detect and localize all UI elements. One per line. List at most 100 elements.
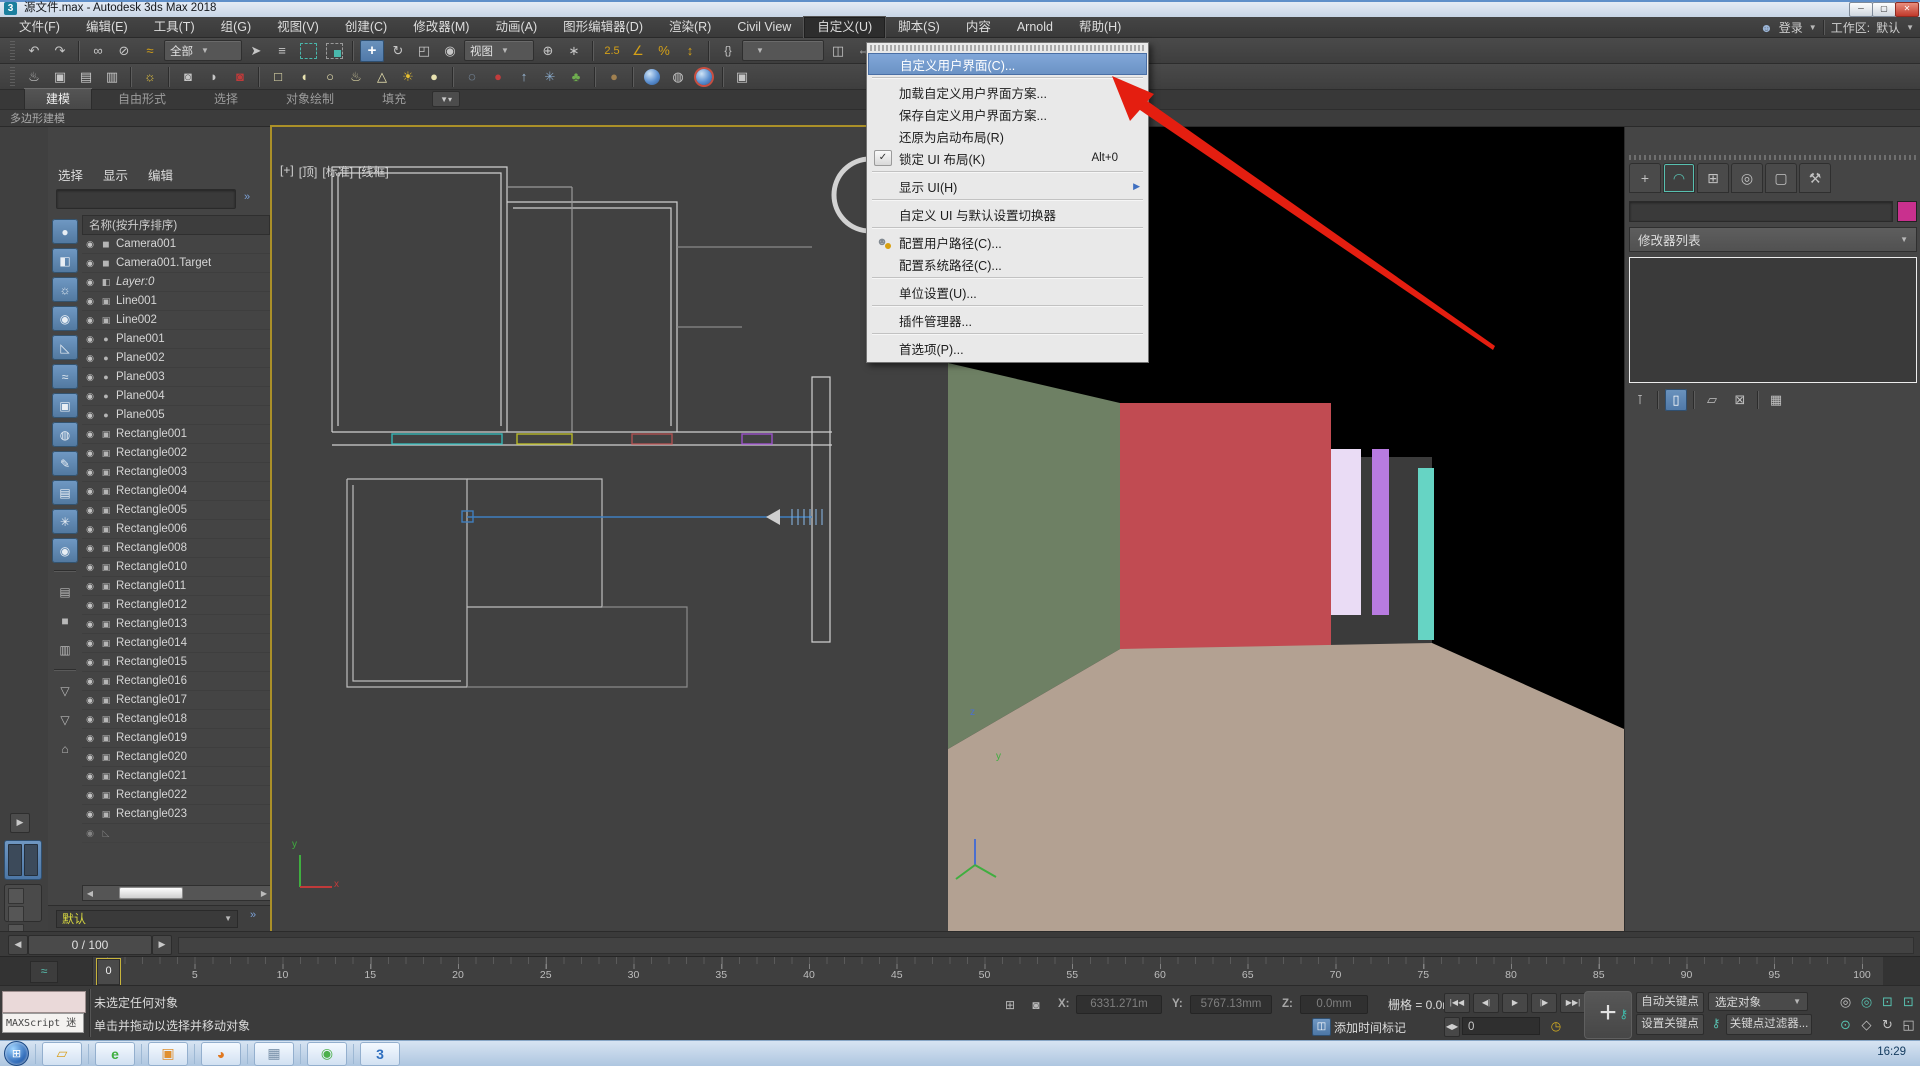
list-item-Line002[interactable]: ◉▣Line002	[82, 311, 270, 330]
viewport-layout-two-panes-button[interactable]	[4, 840, 42, 880]
select-and-rotate-icon[interactable]: ↻	[386, 40, 410, 62]
list-item-Camera001[interactable]: ◉◼Camera001	[82, 235, 270, 254]
visibility-eye-icon[interactable]: ◉	[84, 448, 96, 459]
horizontal-scrollbar[interactable]: ◀ ▶	[82, 885, 272, 901]
list-item-Rectangle016[interactable]: ◉▣Rectangle016	[82, 672, 270, 691]
visibility-eye-icon[interactable]: ◉	[84, 334, 96, 345]
filter-materials-icon[interactable]: ▣	[52, 393, 78, 418]
selection-lock-icon[interactable]: ◙	[1026, 996, 1046, 1014]
list-item-Rectangle005[interactable]: ◉▣Rectangle005	[82, 501, 270, 520]
filter-xrefs-icon[interactable]: ◍	[52, 422, 78, 447]
use-pivot-center-icon[interactable]: ⊕	[536, 40, 560, 62]
toolbar-grip[interactable]	[10, 41, 15, 61]
select-and-place-icon[interactable]: ◉	[438, 40, 462, 62]
menu-item-自定义用户界面(C)...[interactable]: 自定义用户界面(C)...	[868, 53, 1147, 75]
menu-item-渲染(R)[interactable]: 渲染(R)	[656, 17, 724, 38]
go-to-start-button[interactable]: |◀◀	[1444, 993, 1470, 1013]
chevron-down-icon[interactable]: ▼	[1906, 23, 1914, 32]
visibility-eye-icon[interactable]: ◉	[84, 771, 96, 782]
remove-modifier-icon[interactable]: ⊠	[1729, 389, 1751, 411]
up-axis-icon[interactable]: ↑	[512, 66, 536, 88]
list-item-Rectangle011[interactable]: ◉▣Rectangle011	[82, 577, 270, 596]
visibility-eye-icon[interactable]: ◉	[84, 752, 96, 763]
visibility-eye-icon[interactable]: ◉	[84, 486, 96, 497]
visibility-eye-icon[interactable]: ◉	[84, 391, 96, 402]
start-button[interactable]: ⊞	[4, 1041, 29, 1066]
visibility-eye-icon[interactable]: ◉	[84, 277, 96, 288]
create-tab[interactable]: +	[1629, 163, 1661, 193]
visibility-eye-icon[interactable]: ◉	[84, 657, 96, 668]
wechat-icon[interactable]: ◉	[307, 1042, 347, 1066]
menu-item-工具(T)[interactable]: 工具(T)	[141, 17, 208, 38]
polygon-modeling-panel[interactable]: 多边形建模	[10, 110, 65, 126]
next-frame-button[interactable]: |▶	[1531, 993, 1557, 1013]
filter-gear-icon[interactable]: ▽	[52, 678, 78, 703]
visibility-eye-icon[interactable]: ◉	[84, 258, 96, 269]
menu-item-配置系统路径(C)...[interactable]: 配置系统路径(C)...	[867, 253, 1148, 275]
visibility-eye-icon[interactable]: ◉	[84, 809, 96, 820]
filter-spacewarps-icon[interactable]: ≈	[52, 364, 78, 389]
chevron-down-icon[interactable]: ▼	[1809, 23, 1817, 32]
select-and-link-icon[interactable]: ∞	[86, 40, 110, 62]
make-unique-icon[interactable]: ▱	[1701, 389, 1723, 411]
list-item-Rectangle020[interactable]: ◉▣Rectangle020	[82, 748, 270, 767]
list-item-Rectangle015[interactable]: ◉▣Rectangle015	[82, 653, 270, 672]
assign-material-icon[interactable]	[692, 66, 716, 88]
column-header-name[interactable]: 名称(按升序排序)	[82, 215, 270, 235]
hierarchy-tab[interactable]: ⊞	[1697, 163, 1729, 193]
max-icon[interactable]: 3	[360, 1042, 400, 1066]
material-sphere-blue-icon[interactable]	[640, 66, 664, 88]
show-end-result-icon[interactable]: ▯	[1665, 389, 1687, 411]
list-item-Rectangle003[interactable]: ◉▣Rectangle003	[82, 463, 270, 482]
go-to-end-button[interactable]: ▶▶|	[1560, 993, 1586, 1013]
frame-counter-field[interactable]: 0 / 100	[28, 935, 152, 955]
visibility-eye-icon[interactable]: ◉	[84, 315, 96, 326]
sun-icon[interactable]: ☀	[396, 66, 420, 88]
list-item-Rectangle008[interactable]: ◉▣Rectangle008	[82, 539, 270, 558]
list-item-Rectangle006[interactable]: ◉▣Rectangle006	[82, 520, 270, 539]
edit-named-selections-icon[interactable]: {}	[716, 40, 740, 62]
top-viewport-canvas[interactable]	[272, 127, 948, 931]
filter-bones-icon[interactable]: ✎	[52, 451, 78, 476]
visibility-eye-icon[interactable]: ◉	[84, 296, 96, 307]
key-mode-dropdown[interactable]: 选定对象 ▼	[1708, 992, 1808, 1011]
zoom-extents-icon[interactable]: ⊡	[1878, 991, 1897, 1012]
menu-item-编辑(E)[interactable]: 编辑(E)	[73, 17, 141, 38]
motion-tab[interactable]: ◎	[1731, 163, 1763, 193]
filter-helpers-icon[interactable]: ◺	[52, 335, 78, 360]
particles-icon[interactable]: ✳	[538, 66, 562, 88]
angle-snap-icon[interactable]: ∠	[626, 40, 650, 62]
mirror-icon[interactable]: ◫	[826, 40, 850, 62]
menu-item-自定义 UI 与默认设置切换器[interactable]: 自定义 UI 与默认设置切换器	[867, 203, 1148, 225]
scrollbar-thumb[interactable]	[119, 887, 183, 899]
time-slider-ruler[interactable]: 0 51015202530354045505560657075808590951…	[92, 957, 1883, 986]
menu-item-保存自定义用户界面方案...[interactable]: 保存自定义用户界面方案...	[867, 103, 1148, 125]
zoom-region-icon[interactable]: ⊙	[1836, 1014, 1855, 1035]
track-bar[interactable]	[178, 937, 1914, 954]
list-item-Rectangle013[interactable]: ◉▣Rectangle013	[82, 615, 270, 634]
viewport-label-seg-0[interactable]: [+]	[280, 163, 294, 180]
viewport-label-seg-1[interactable]: [顶]	[299, 163, 318, 180]
visibility-eye-icon[interactable]: ◉	[84, 239, 96, 250]
filter-frozen-icon[interactable]: ▤	[52, 480, 78, 505]
ref-coord-dropdown[interactable]: 视图▼	[464, 40, 534, 61]
time-configuration-icon[interactable]: ◷	[1546, 1017, 1566, 1035]
browser-icon[interactable]: e	[95, 1042, 135, 1066]
explorer-menu-编辑[interactable]: 编辑	[148, 165, 173, 184]
snap-toggle-icon[interactable]: 2.5	[600, 40, 624, 62]
workspace-value[interactable]: 默认	[1876, 19, 1900, 36]
search-input[interactable]	[56, 189, 236, 209]
firefox-icon[interactable]: ◕	[201, 1042, 241, 1066]
z-coordinate-field[interactable]: 0.0mm	[1300, 995, 1368, 1014]
next-frame-arrow[interactable]: ▶	[152, 935, 172, 955]
view-detail-icon[interactable]: ▥	[52, 637, 78, 662]
menu-item-内容[interactable]: 内容	[953, 17, 1004, 38]
select-and-move-icon[interactable]: +	[360, 40, 384, 62]
undo-icon[interactable]: ↶	[22, 40, 46, 62]
current-frame-spinner[interactable]: 0	[1462, 1017, 1540, 1035]
menu-item-文件(F)[interactable]: 文件(F)	[6, 17, 73, 38]
previous-frame-arrow[interactable]: ◀	[8, 935, 28, 955]
top-viewport[interactable]: [+][顶][标准][线框] y x	[272, 127, 948, 931]
light-square-icon[interactable]: □	[266, 66, 290, 88]
light-sphere-icon[interactable]: ○	[318, 66, 342, 88]
